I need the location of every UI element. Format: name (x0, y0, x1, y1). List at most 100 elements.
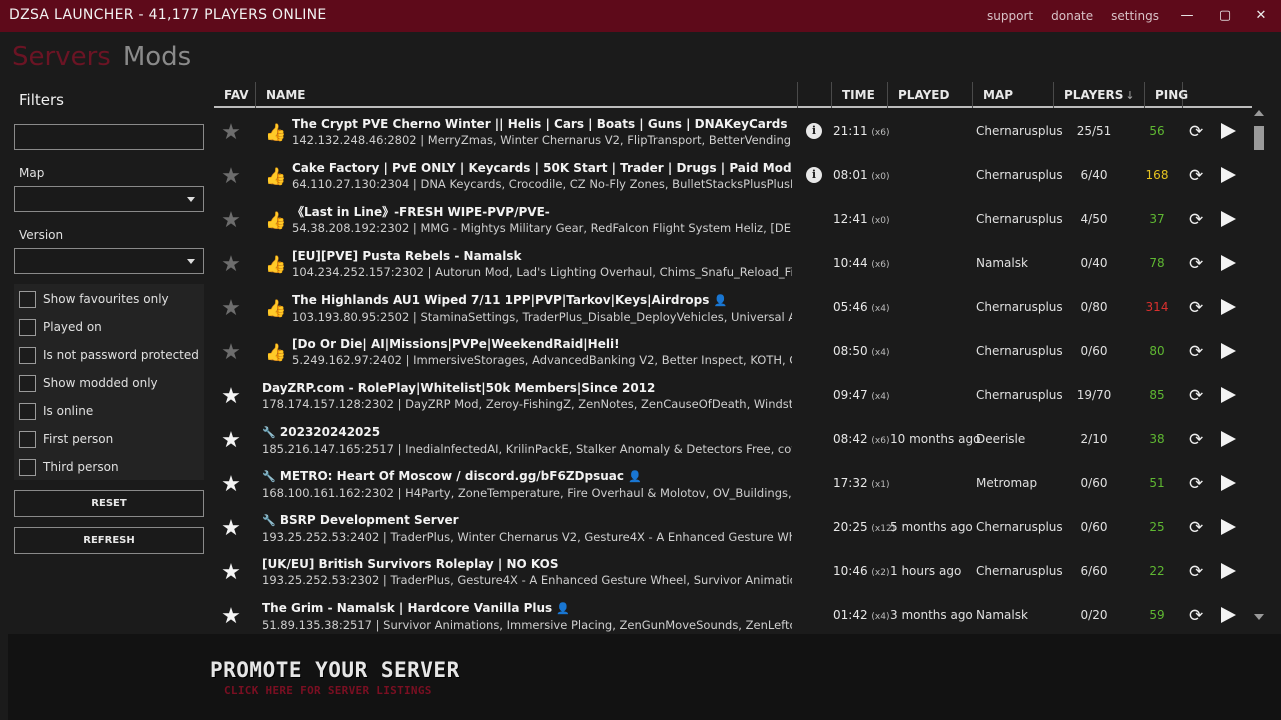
played-ago: 10 months ago (890, 432, 981, 446)
player-count: 0/40 (1080, 256, 1108, 270)
refresh-icon[interactable]: ⟳ (1189, 606, 1203, 626)
table-row[interactable]: ★ The Grim - Namalsk | Hardcore Vanilla P… (214, 594, 1254, 634)
ping-value: 59 (1149, 608, 1165, 622)
play-icon[interactable] (1221, 343, 1236, 359)
play-icon[interactable] (1221, 167, 1236, 183)
star-icon[interactable]: ★ (219, 472, 243, 497)
star-icon[interactable]: ★ (219, 516, 243, 541)
settings-link[interactable]: settings (1111, 9, 1159, 23)
checkbox-box[interactable] (19, 374, 36, 392)
table-row[interactable]: ★ 🔧 202320242025 185.216.147.165:2517 | In… (214, 418, 1254, 462)
time-multiplier: (x4) (871, 612, 890, 622)
time-value: 10:46 (833, 564, 868, 578)
header-players[interactable]: PLAYERS ↓ (1054, 82, 1145, 108)
header-played[interactable]: PLAYED (888, 82, 973, 108)
info-icon[interactable]: i (806, 167, 822, 183)
scroll-up-icon[interactable] (1254, 110, 1264, 116)
checkbox-box[interactable] (19, 430, 36, 448)
refresh-icon[interactable]: ⟳ (1189, 474, 1203, 494)
play-icon[interactable] (1221, 563, 1236, 579)
table-row[interactable]: ★ 👍 The Highlands AU1 Wiped 7/11 1PP|PVP|T… (214, 286, 1254, 330)
header-ping[interactable]: PING (1145, 82, 1188, 108)
checkbox-box[interactable] (19, 290, 36, 308)
checkbox-first-person[interactable]: First person (19, 429, 113, 449)
star-icon[interactable]: ★ (219, 340, 243, 365)
checkbox-box[interactable] (19, 458, 36, 476)
header-time[interactable]: TIME (832, 82, 888, 108)
checkbox-is-online[interactable]: Is online (19, 401, 93, 421)
tab-servers[interactable]: Servers (12, 42, 111, 72)
refresh-icon[interactable]: ⟳ (1189, 298, 1203, 318)
play-icon[interactable] (1221, 211, 1236, 227)
table-row[interactable]: ★ 👍 Cake Factory | PvE ONLY | Keycards | 5… (214, 154, 1254, 198)
star-icon[interactable]: ★ (219, 296, 243, 321)
refresh-icon[interactable]: ⟳ (1189, 386, 1203, 406)
refresh-button[interactable]: REFRESH (14, 527, 204, 554)
checkbox-box[interactable] (19, 318, 36, 336)
tab-mods[interactable]: Mods (123, 42, 191, 72)
checkbox-played-on[interactable]: Played on (19, 317, 102, 337)
search-input[interactable] (14, 124, 204, 150)
checkbox-not-password[interactable]: Is not password protected (19, 345, 199, 365)
refresh-icon[interactable]: ⟳ (1189, 342, 1203, 362)
star-icon[interactable]: ★ (219, 252, 243, 277)
star-icon[interactable]: ★ (219, 604, 243, 629)
header-fav[interactable]: FAV (214, 82, 256, 108)
map-name: Chernarusplus (976, 564, 1063, 578)
play-icon[interactable] (1221, 475, 1236, 491)
donate-link[interactable]: donate (1051, 9, 1093, 23)
table-row[interactable]: ★ 👍 [Do Or Die| AI|Missions|PVPe|WeekendRa… (214, 330, 1254, 374)
play-icon[interactable] (1221, 519, 1236, 535)
play-icon[interactable] (1221, 255, 1236, 271)
star-icon[interactable]: ★ (219, 208, 243, 233)
server-address-mods: 178.174.157.128:2302 | DayZRP Mod, Zeroy… (262, 397, 792, 411)
table-row[interactable]: ★ DayZRP.com - RolePlay|Whitelist|50k Mem… (214, 374, 1254, 418)
info-icon[interactable]: i (806, 123, 822, 139)
checkbox-modded-only[interactable]: Show modded only (19, 373, 158, 393)
refresh-icon[interactable]: ⟳ (1189, 210, 1203, 230)
minimize-button[interactable]: — (1177, 6, 1197, 26)
server-name: 🔧 BSRP Development Server (262, 512, 792, 529)
support-link[interactable]: support (987, 9, 1033, 23)
star-icon[interactable]: ★ (219, 560, 243, 585)
star-icon[interactable]: ★ (219, 384, 243, 409)
table-row[interactable]: ★ [UK/EU] British Survivors Roleplay | NO… (214, 550, 1254, 594)
star-icon[interactable]: ★ (219, 120, 243, 145)
play-icon[interactable] (1221, 299, 1236, 315)
scroll-down-icon[interactable] (1254, 614, 1264, 620)
table-row[interactable]: ★ 🔧 METRO: Heart Of Moscow / discord.gg/b… (214, 462, 1254, 506)
checkbox-box[interactable] (19, 346, 36, 364)
checkbox-show-favourites[interactable]: Show favourites only (19, 289, 169, 309)
refresh-icon[interactable]: ⟳ (1189, 254, 1203, 274)
close-button[interactable]: ✕ (1251, 6, 1271, 26)
table-row[interactable]: ★ 🔧 BSRP Development Server 193.25.252.53:… (214, 506, 1254, 550)
checkbox-box[interactable] (19, 402, 36, 420)
server-name-text: 《Last in Line》-FRESH WIPE-PVP/PVE- (292, 205, 550, 219)
table-row[interactable]: ★ 👍 《Last in Line》-FRESH WIPE-PVP/PVE- 54.3… (214, 198, 1254, 242)
refresh-icon[interactable]: ⟳ (1189, 122, 1203, 142)
version-select[interactable] (14, 248, 204, 274)
star-icon[interactable]: ★ (219, 428, 243, 453)
refresh-icon[interactable]: ⟳ (1189, 166, 1203, 186)
header-map[interactable]: MAP (973, 82, 1054, 108)
table-scrollbar[interactable] (1252, 110, 1266, 634)
maximize-button[interactable]: ▢ (1215, 6, 1235, 26)
map-select[interactable] (14, 186, 204, 212)
refresh-icon[interactable]: ⟳ (1189, 562, 1203, 582)
play-icon[interactable] (1221, 431, 1236, 447)
table-row[interactable]: ★ 👍 The Crypt PVE Cherno Winter || Helis |… (214, 110, 1254, 154)
header-name[interactable]: NAME (256, 82, 798, 108)
play-icon[interactable] (1221, 123, 1236, 139)
refresh-icon[interactable]: ⟳ (1189, 430, 1203, 450)
time-multiplier: (x0) (871, 172, 890, 182)
table-row[interactable]: ★ 👍 [EU][PVE] Pusta Rebels - Namalsk 104.23… (214, 242, 1254, 286)
play-icon[interactable] (1221, 387, 1236, 403)
star-icon[interactable]: ★ (219, 164, 243, 189)
refresh-icon[interactable]: ⟳ (1189, 518, 1203, 538)
promote-banner[interactable]: PROMOTE YOUR SERVER CLICK HERE FOR SERVE… (8, 634, 1281, 720)
wrench-icon: 🔧 (262, 514, 276, 527)
play-icon[interactable] (1221, 607, 1236, 623)
reset-button[interactable]: RESET (14, 490, 204, 517)
checkbox-third-person[interactable]: Third person (19, 457, 119, 477)
scroll-thumb[interactable] (1254, 126, 1264, 150)
